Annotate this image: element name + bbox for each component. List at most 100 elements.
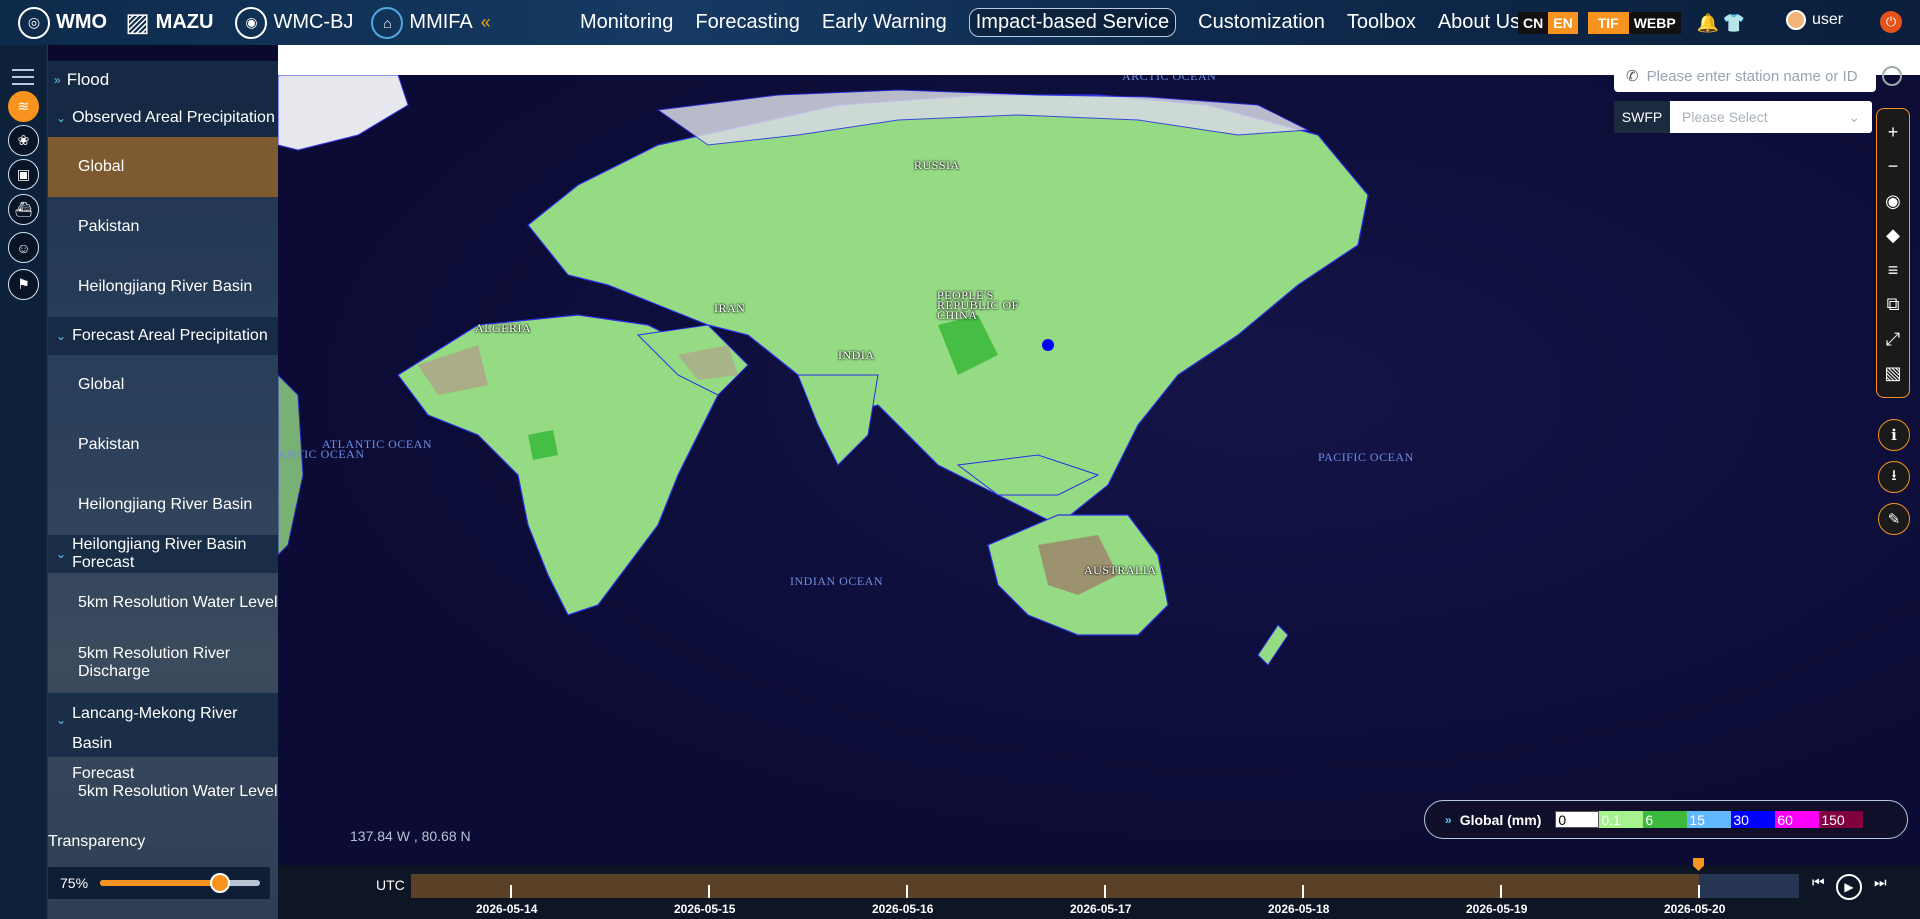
top-tools: CN EN TIF WEBP 🔔 👕: [1518, 10, 1747, 36]
mmifa-logo-text: MMIFA: [409, 11, 473, 33]
map-toolbar: + − ◉ ◆ ≡ ⧉ ⤢ ▧: [1876, 108, 1910, 398]
label-pacific-ocean: PACIFIC OCEAN: [1318, 450, 1414, 464]
compare-icon[interactable]: ⧉: [1881, 293, 1905, 317]
user-menu[interactable]: user: [1786, 10, 1843, 30]
nav-monitoring[interactable]: Monitoring: [580, 11, 673, 34]
nav-impact-based-service[interactable]: Impact-based Service: [968, 8, 1177, 37]
skip-back-icon[interactable]: ⏮: [1812, 874, 1825, 891]
ship-icon[interactable]: ⛴: [8, 194, 39, 225]
locate-icon[interactable]: ◉: [1881, 189, 1905, 213]
section-title-wrap: Lancang-Mekong River Basin Forecast: [72, 699, 278, 789]
section-title: Heilongjiang River Basin Forecast: [72, 536, 247, 571]
mmifa-emblem-icon: ⌂: [371, 6, 404, 39]
zoom-out-icon[interactable]: −: [1881, 155, 1905, 179]
eraser-icon[interactable]: ✎: [1878, 503, 1910, 535]
transparency-control: 75%: [48, 867, 270, 899]
nav-toolbox[interactable]: Toolbox: [1347, 11, 1416, 34]
info-icon[interactable]: ℹ: [1878, 419, 1910, 451]
legend-title-text: Global (mm): [1459, 811, 1542, 828]
format-webp-button[interactable]: WEBP: [1628, 12, 1681, 34]
double-chevron-right-icon: »: [1445, 812, 1452, 827]
skip-forward-icon[interactable]: ⏭: [1874, 874, 1887, 891]
chevron-down-icon: ⌄: [56, 329, 67, 343]
legend-stop: 0.1: [1599, 811, 1644, 828]
health-icon[interactable]: ☺: [8, 232, 39, 263]
lang-en-button[interactable]: EN: [1548, 12, 1578, 34]
layers-alt-icon[interactable]: ≡: [1881, 258, 1905, 282]
flood-icon[interactable]: ≋: [8, 91, 39, 122]
item-forecast-global[interactable]: Global: [48, 355, 278, 415]
timeline-future[interactable]: [1699, 874, 1799, 898]
section-title-line1: Lancang-Mekong River Basin: [72, 705, 238, 752]
mazu-logo[interactable]: ▨ MAZU: [125, 7, 213, 38]
zoom-in-icon[interactable]: +: [1881, 120, 1905, 144]
nav-forecasting[interactable]: Forecasting: [695, 11, 800, 34]
item-observed-heilongjiang[interactable]: Heilongjiang River Basin: [48, 257, 278, 317]
timeline-date[interactable]: 2026-05-17: [1070, 902, 1131, 916]
item-forecast-heilongjiang[interactable]: Heilongjiang River Basin: [48, 475, 278, 535]
wmo-logo[interactable]: ◎ WMO: [18, 6, 107, 39]
legend-stop: 15: [1687, 811, 1732, 828]
format-tif-button[interactable]: TIF: [1587, 12, 1629, 34]
section-title-line2: Forecast: [72, 765, 135, 782]
station-search-input[interactable]: ✆ Please enter station name or ID: [1614, 60, 1876, 92]
measure-icon[interactable]: ⤢: [1881, 327, 1905, 351]
legend-stop: 6: [1643, 811, 1688, 828]
locate-target-icon[interactable]: [1882, 66, 1902, 86]
item-observed-pakistan[interactable]: Pakistan: [48, 197, 278, 257]
bell-icon[interactable]: 🔔: [1695, 10, 1721, 36]
wmc-bj-logo[interactable]: ◉ WMC-BJ: [235, 6, 353, 39]
flood-header[interactable]: » Flood: [48, 61, 278, 99]
area-icon[interactable]: ▧: [1881, 362, 1905, 386]
collapse-double-chevron-icon[interactable]: «: [481, 12, 491, 33]
transparency-slider[interactable]: [100, 873, 261, 893]
timeline-date[interactable]: 2026-05-18: [1268, 902, 1329, 916]
timeline-date[interactable]: 2026-05-16: [872, 902, 933, 916]
label-atlantic-ocean-left: ANTIC OCEAN: [278, 447, 365, 461]
legend-color-bar: 0 0.1 6 15 30 60 150: [1555, 811, 1864, 828]
section-observed-areal-precipitation[interactable]: ⌄ Observed Areal Precipitation: [48, 99, 278, 137]
wmc-emblem-icon: ◉: [235, 6, 268, 39]
world-map: [278, 75, 1369, 666]
item-forecast-pakistan[interactable]: Pakistan: [48, 415, 278, 475]
chevron-down-icon: ⌄: [1848, 108, 1860, 125]
timeline-tick: [1500, 885, 1502, 898]
section-forecast-areal-precipitation[interactable]: ⌄ Forecast Areal Precipitation: [48, 317, 278, 355]
timeline-tick: [906, 885, 908, 898]
slider-handle[interactable]: [210, 873, 231, 893]
layers-icon[interactable]: ◆: [1881, 224, 1905, 248]
shirt-theme-icon[interactable]: 👕: [1721, 10, 1747, 36]
nav-about-us[interactable]: About Us: [1438, 11, 1520, 34]
item-heilongjiang-water-level[interactable]: 5km Resolution Water Level: [48, 573, 278, 633]
map-canvas[interactable]: ARCTIC OCEAN ATLANTIC OCEAN ANTIC OCEAN …: [278, 75, 1920, 865]
item-observed-global[interactable]: Global: [48, 137, 278, 197]
section-lancang-mekong-forecast[interactable]: ⌄ Lancang-Mekong River Basin Forecast: [48, 693, 278, 782]
agriculture-icon[interactable]: ❀: [8, 125, 39, 156]
flood-title: Flood: [66, 70, 110, 89]
section-heilongjiang-basin-forecast[interactable]: ⌄ Heilongjiang River Basin Forecast: [48, 535, 278, 573]
new-zealand-shape: [1257, 624, 1289, 666]
mmifa-logo[interactable]: ⌂ MMIFA: [371, 6, 473, 39]
play-icon[interactable]: ▶: [1836, 874, 1862, 900]
item-heilongjiang-river-discharge[interactable]: 5km Resolution River Discharge: [48, 633, 278, 693]
timeline-date[interactable]: 2026-05-15: [674, 902, 735, 916]
lighthouse-icon[interactable]: ⚑: [8, 269, 39, 300]
timeline-date[interactable]: 2026-05-14: [476, 902, 537, 916]
chevron-down-icon: ⌄: [56, 713, 67, 727]
timeline-date[interactable]: 2026-05-20: [1664, 902, 1725, 916]
swfp-select[interactable]: Please Select ⌄: [1670, 101, 1872, 133]
nav-early-warning[interactable]: Early Warning: [822, 11, 947, 34]
timeline-date[interactable]: 2026-05-19: [1466, 902, 1527, 916]
transport-icon[interactable]: ▣: [8, 159, 39, 190]
power-icon[interactable]: ⏻: [1880, 11, 1902, 33]
legend-stop: 30: [1731, 811, 1776, 828]
lang-cn-button[interactable]: CN: [1518, 12, 1549, 34]
india-shape: [797, 374, 879, 466]
download-icon[interactable]: ⭳: [1878, 461, 1910, 493]
search-placeholder: Please enter station name or ID: [1646, 67, 1858, 85]
swfp-placeholder: Please Select: [1682, 109, 1768, 125]
greenland-shape: [278, 75, 409, 151]
nav-customization[interactable]: Customization: [1198, 11, 1325, 34]
hamburger-menu-icon[interactable]: [12, 69, 34, 87]
legend-title: » Global (mm): [1445, 812, 1541, 828]
